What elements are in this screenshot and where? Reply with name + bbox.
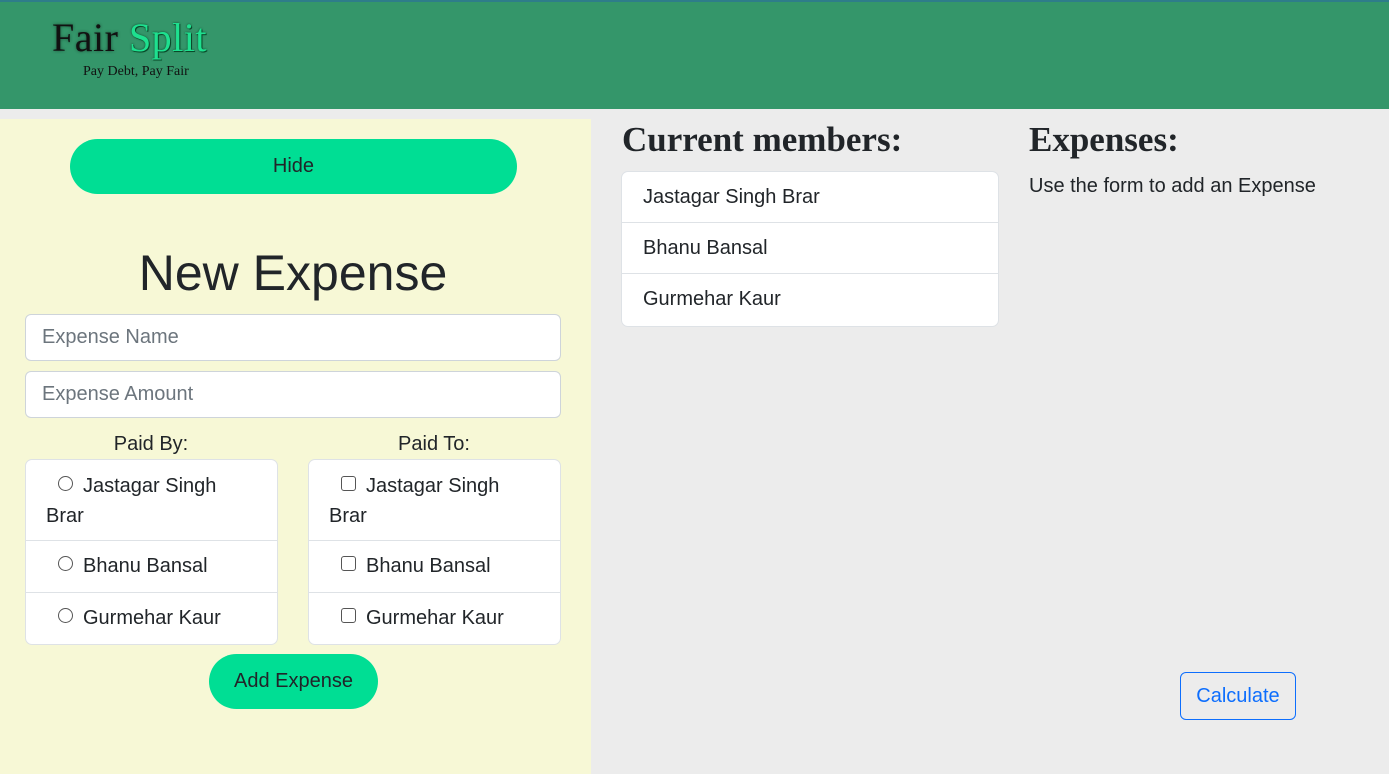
add-expense-button[interactable]: Add Expense	[209, 654, 378, 709]
member-item: Gurmehar Kaur	[643, 288, 781, 310]
brand-title: Fair Split	[52, 16, 232, 60]
paid-to-option[interactable]: Jastagar Singh Brar	[309, 460, 560, 541]
paid-by-label: Paid By:	[113, 433, 189, 455]
paid-by-option[interactable]: Gurmehar Kaur	[26, 593, 277, 644]
member-item: Bhanu Bansal	[622, 223, 998, 274]
paid-to-option-label: Bhanu Bansal	[366, 555, 491, 577]
expenses-empty-hint: Use the form to add an Expense	[1029, 175, 1316, 197]
brand-tagline: Pay Debt, Pay Fair	[83, 64, 189, 79]
brand-word-split: Split	[128, 15, 208, 60]
radio-button[interactable]	[58, 556, 73, 572]
paid-to-label: Paid To:	[398, 433, 470, 455]
expense-name-input[interactable]	[25, 314, 561, 361]
paid-to-option[interactable]: Gurmehar Kaur	[309, 593, 560, 644]
paid-to-option-label: Gurmehar Kaur	[366, 607, 504, 629]
paid-by-option-label: Gurmehar Kaur	[83, 607, 221, 629]
checkbox[interactable]	[341, 608, 356, 624]
checkbox[interactable]	[341, 476, 356, 492]
expense-amount-input[interactable]	[25, 371, 561, 418]
navbar: Fair Split Pay Debt, Pay Fair	[0, 2, 1389, 109]
radio-button[interactable]	[58, 476, 73, 492]
calculate-button[interactable]: Calculate	[1180, 672, 1296, 720]
hide-button[interactable]: Hide	[70, 139, 517, 194]
paid-by-option[interactable]: Jastagar Singh Brar	[26, 460, 277, 541]
members-heading: Current members:	[622, 120, 903, 159]
paid-to-list: Jastagar Singh Brar Bhanu Bansal Gurmeha…	[308, 459, 561, 645]
paid-by-option-label: Bhanu Bansal	[83, 555, 208, 577]
members-list: Jastagar Singh Brar Bhanu Bansal Gurmeha…	[621, 171, 999, 327]
radio-button[interactable]	[58, 608, 73, 624]
form-title: New Expense	[138, 245, 448, 301]
paid-by-list: Jastagar Singh Brar Bhanu Bansal Gurmeha…	[25, 459, 278, 645]
brand-word-fair: Fair	[52, 15, 119, 60]
paid-by-option[interactable]: Bhanu Bansal	[26, 541, 277, 593]
brand-logo[interactable]: Fair Split Pay Debt, Pay Fair	[52, 16, 232, 80]
member-item: Jastagar Singh Brar	[622, 172, 998, 223]
expenses-heading: Expenses:	[1029, 120, 1179, 159]
paid-to-option[interactable]: Bhanu Bansal	[309, 541, 560, 593]
checkbox[interactable]	[341, 556, 356, 572]
